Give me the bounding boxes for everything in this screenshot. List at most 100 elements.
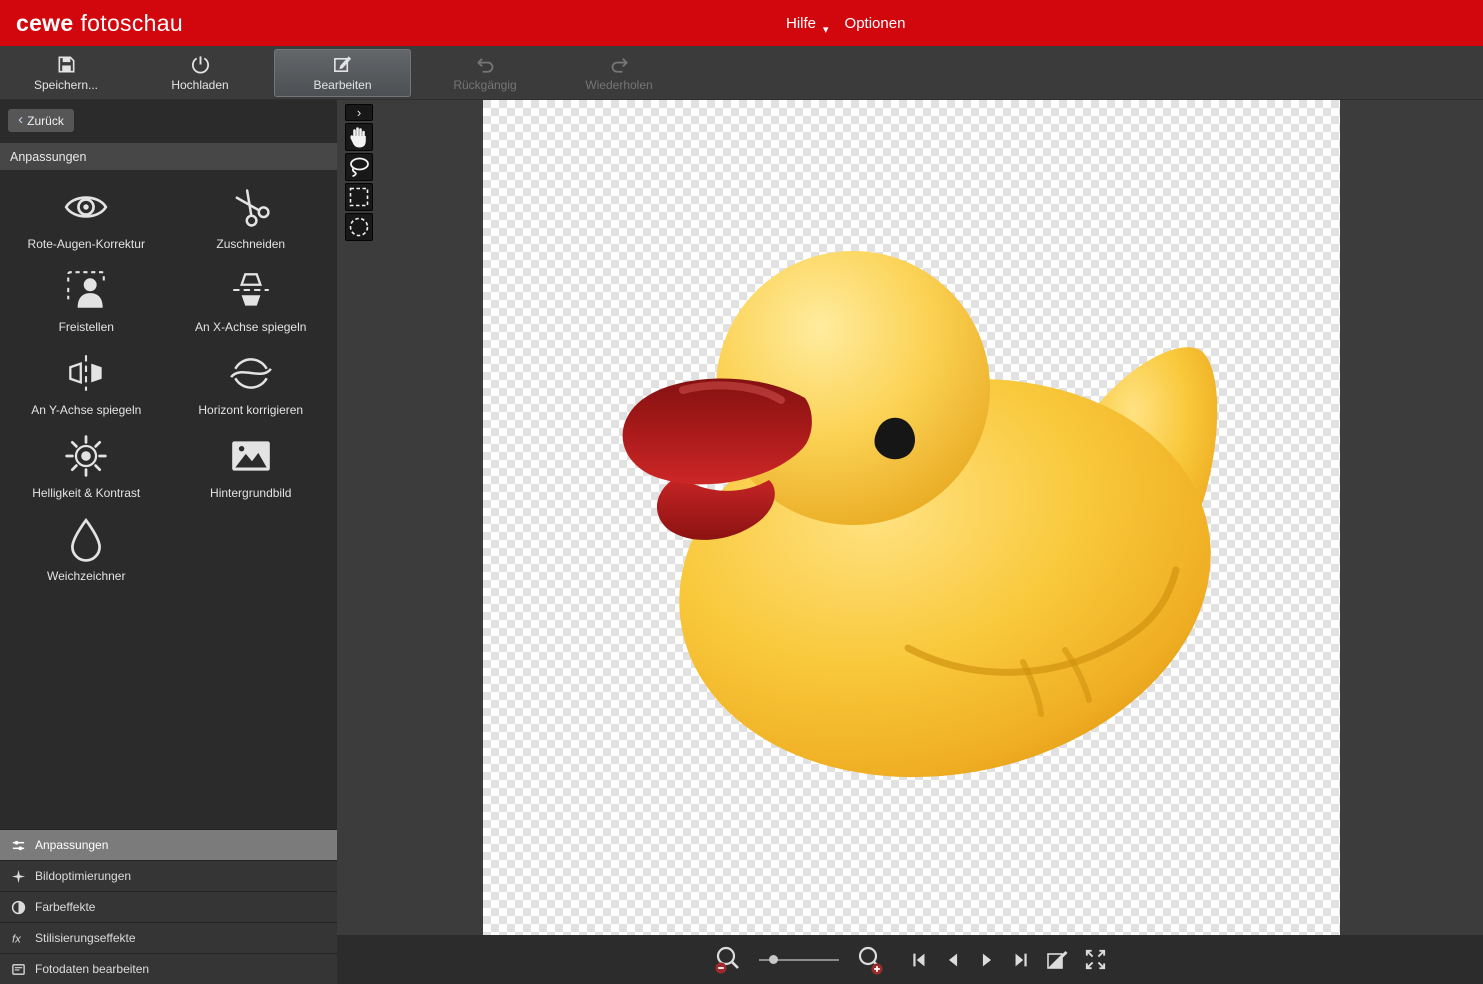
tool-label: Horizont korrigieren [198,403,303,417]
category-menu: Anpassungen Bildoptimierungen Farbeffekt… [0,829,337,984]
category-label: Fotodaten bearbeiten [35,962,149,976]
background-image-icon [228,433,274,479]
hand-tool-icon [346,124,372,150]
hand-tool-button[interactable] [345,123,373,151]
previous-image-button[interactable] [943,950,963,970]
category-label: Bildoptimierungen [35,869,131,883]
zoom-out-icon [713,945,743,975]
flip-y-icon [63,350,109,396]
rect-select-tool-button[interactable] [345,183,373,211]
last-image-button[interactable] [1011,950,1031,970]
edit-button[interactable]: Bearbeiten [274,49,411,97]
optimize-icon [11,869,26,884]
undo-icon [475,54,496,75]
save-label: Speichern... [34,78,98,92]
upload-label: Hochladen [171,78,228,92]
tool-crop[interactable]: Zuschneiden [169,184,334,251]
sidebar: ‹ Zurück Anpassungen Rote-Augen-Korrektu… [0,100,337,984]
tool-brightness-contrast[interactable]: Helligkeit & Kontrast [4,433,169,500]
menu-optionen[interactable]: Optionen [845,15,906,32]
first-image-icon [909,950,929,970]
tool-correct-horizon[interactable]: Horizont korrigieren [169,350,334,417]
workspace: › [337,100,1483,984]
cutout-icon [63,267,109,313]
back-button[interactable]: ‹ Zurück [8,109,74,132]
crop-scissors-icon [228,184,274,230]
image-navigation [909,947,1108,972]
brightness-contrast-icon [63,433,109,479]
category-anpassungen[interactable]: Anpassungen [0,829,337,860]
redo-button[interactable]: Wiederholen [559,49,679,97]
lasso-tool-icon [346,154,372,180]
zoom-slider[interactable] [759,951,839,969]
rubber-duck-image [483,100,1340,935]
chevron-down-icon[interactable]: ▾ [823,23,829,36]
photo-canvas[interactable] [483,100,1340,935]
tool-blur[interactable]: Weichzeichner [4,516,169,583]
stylize-fx-icon: fx [11,931,26,946]
category-fotodaten-bearbeiten[interactable]: Fotodaten bearbeiten [0,953,337,984]
compare-before-after-button[interactable] [1045,948,1069,972]
brand-secondary: fotoschau [80,10,182,36]
category-stilisierungseffekte[interactable]: fx Stilisierungseffekte [0,922,337,953]
adjustment-tools-grid: Rote-Augen-Korrektur Zuschneiden Freiste… [0,170,337,597]
selection-tool-palette: › [345,104,373,241]
section-header-anpassungen: Anpassungen [0,143,337,170]
flip-x-icon [228,267,274,313]
tool-red-eye-correction[interactable]: Rote-Augen-Korrektur [4,184,169,251]
compare-before-after-icon [1045,948,1069,972]
edit-icon [332,54,353,75]
first-image-button[interactable] [909,950,929,970]
fullscreen-icon [1083,947,1108,972]
tool-label: Helligkeit & Kontrast [32,486,140,500]
red-eye-icon [63,184,109,230]
ellipse-select-tool-button[interactable] [345,213,373,241]
back-chevron-icon: ‹ [18,112,23,127]
category-bildoptimierungen[interactable]: Bildoptimierungen [0,860,337,891]
tool-label: An X-Achse spiegeln [195,320,306,334]
category-label: Stilisierungseffekte [35,931,136,945]
fullscreen-button[interactable] [1083,947,1108,972]
zoom-out-button[interactable] [713,945,743,975]
app-window: cewe fotoschau Hilfe ▾ Optionen Speichern… [0,0,1483,984]
edit-label: Bearbeiten [313,78,371,92]
lasso-tool-button[interactable] [345,153,373,181]
category-label: Farbeffekte [35,900,95,914]
next-image-icon [977,950,997,970]
category-label: Anpassungen [35,838,108,852]
zoom-slider-thumb[interactable] [769,955,778,964]
menu-hilfe[interactable]: Hilfe [786,15,816,32]
zoom-in-icon [855,945,885,975]
photo-data-icon [11,962,26,977]
adjustments-icon [11,838,26,853]
category-farbeffekte[interactable]: Farbeffekte [0,891,337,922]
tool-background-image[interactable]: Hintergrundbild [169,433,334,500]
ellipse-select-icon [346,214,372,240]
save-button[interactable]: Speichern... [6,49,126,97]
menubar: Hilfe ▾ Optionen [786,0,905,46]
app-logo: cewe fotoschau [16,10,183,37]
tool-label: An Y-Achse spiegeln [31,403,141,417]
main-toolbar: Speichern... Hochladen Bearbeiten Rückgä… [0,46,1483,100]
expand-chevron-icon: › [357,106,361,119]
svg-text:fx: fx [12,933,21,945]
tool-cutout[interactable]: Freistellen [4,267,169,334]
upload-button[interactable]: Hochladen [140,49,260,97]
next-image-button[interactable] [977,950,997,970]
bottom-control-bar [337,935,1483,984]
tool-label: Hintergrundbild [210,486,291,500]
redo-icon [609,54,630,75]
back-label: Zurück [27,114,64,128]
previous-image-icon [943,950,963,970]
tool-label: Freistellen [59,320,114,334]
titlebar: cewe fotoschau Hilfe ▾ Optionen [0,0,1483,46]
undo-button[interactable]: Rückgängig [425,49,545,97]
tool-flip-x-axis[interactable]: An X-Achse spiegeln [169,267,334,334]
zoom-in-button[interactable] [855,945,885,975]
rect-select-icon [346,184,372,210]
blur-drop-icon [63,516,109,562]
brand-primary: cewe [16,10,73,36]
tool-flip-y-axis[interactable]: An Y-Achse spiegeln [4,350,169,417]
tool-label: Rote-Augen-Korrektur [28,237,145,251]
expand-panel-button[interactable]: › [345,104,373,121]
